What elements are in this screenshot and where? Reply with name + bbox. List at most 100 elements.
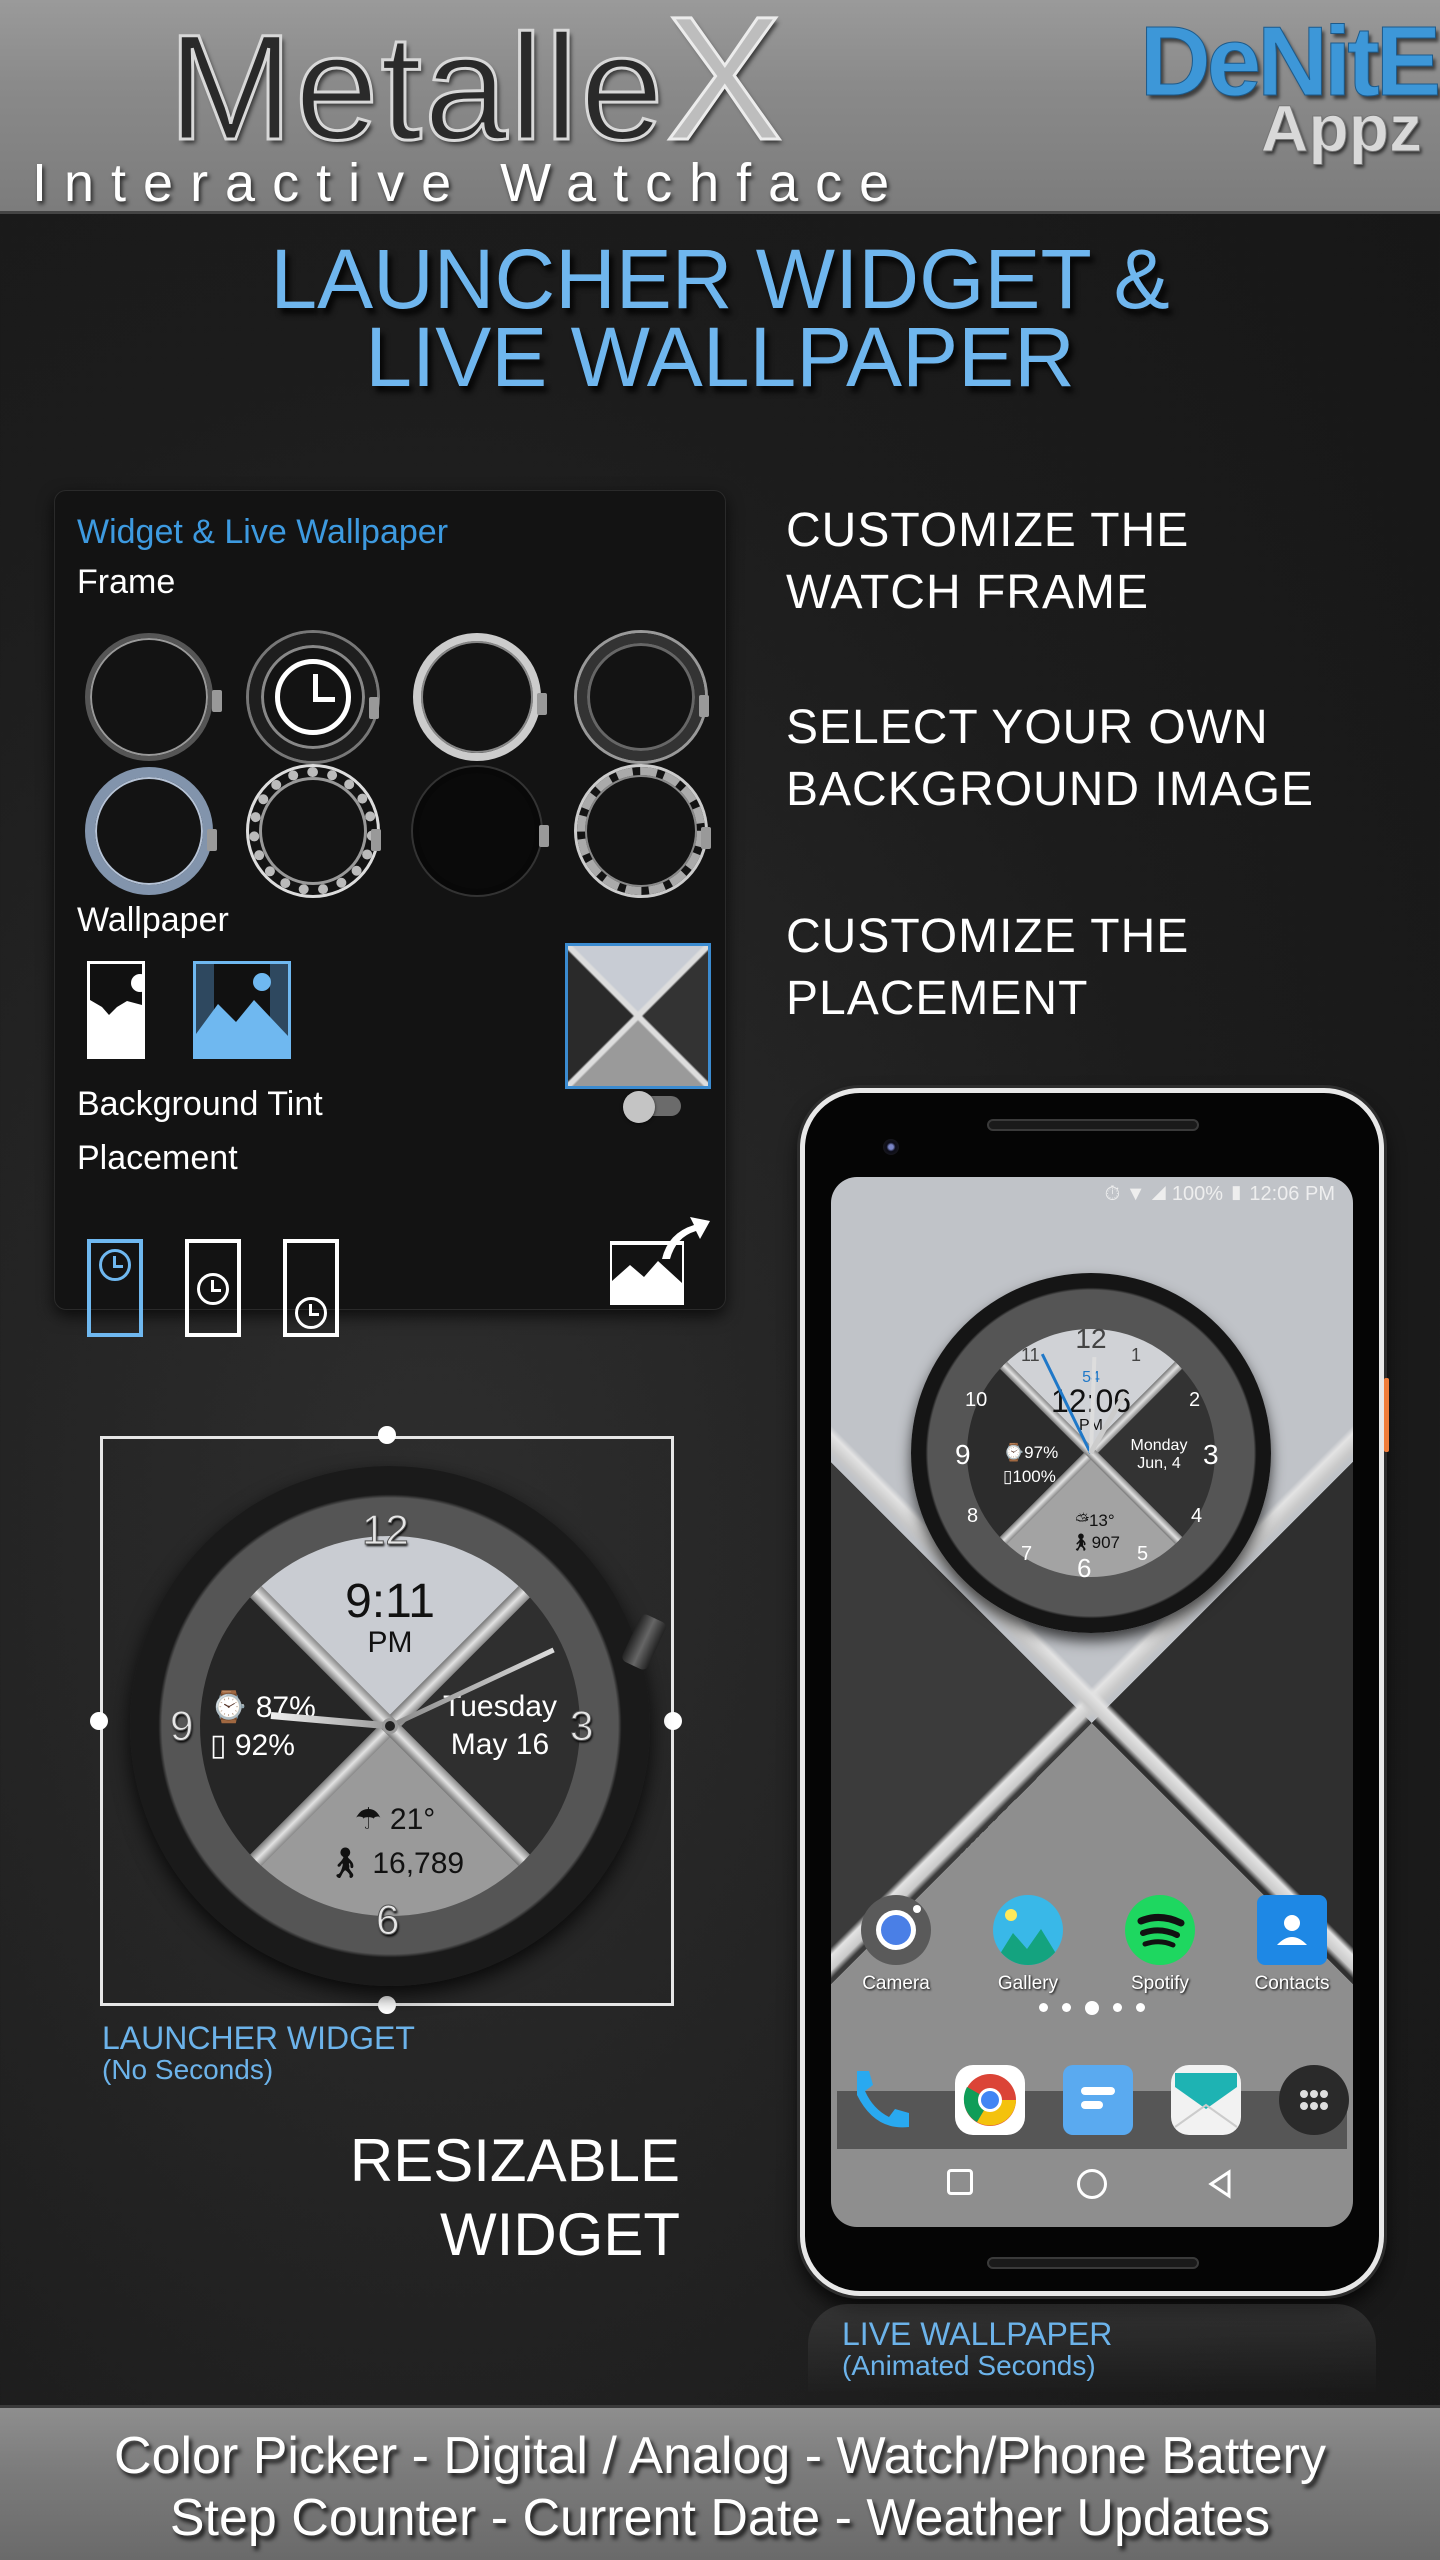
placement-bottom-option[interactable]	[283, 1239, 339, 1337]
frame-option-1[interactable]	[85, 633, 222, 761]
crown-icon	[539, 825, 549, 847]
wallpaper-preview-thumbnail[interactable]	[565, 943, 711, 1089]
bottom-speaker	[987, 2257, 1199, 2269]
watch-battery: ⌚97%	[1003, 1443, 1058, 1463]
home-button[interactable]	[1077, 2169, 1107, 2199]
page-dot[interactable]	[1113, 2003, 1122, 2013]
phone-icon: ▯	[210, 1729, 235, 1762]
app-contacts[interactable]	[1257, 1895, 1327, 1965]
status-bar: ⏱ ▼ ◢ 100% ▮ 12:06 PM	[1104, 1183, 1335, 1205]
numeral-7: 7	[1021, 1543, 1033, 1565]
feature-3: CUSTOMIZE THE PLACEMENT	[786, 906, 1189, 1030]
partly-cloudy-icon: ⛅︎	[1075, 1511, 1089, 1530]
feature-2-line2: BACKGROUND IMAGE	[786, 763, 1315, 816]
app-title: MetalleX	[167, 0, 785, 169]
walking-icon: 🚶︎	[325, 1847, 373, 1880]
footer-line2: Step Counter - Current Date - Weather Up…	[169, 2489, 1271, 2547]
live-wallpaper-caption: LIVE WALLPAPER	[842, 2316, 1113, 2352]
spotify-icon	[1137, 1914, 1185, 1948]
resize-handle-left[interactable]	[90, 1712, 108, 1730]
app-camera[interactable]	[861, 1895, 931, 1965]
clock-icon	[295, 1297, 327, 1329]
weather: ☂ 21°	[310, 1802, 480, 1837]
frame-option-4[interactable]	[577, 633, 709, 761]
rain-cloud-icon: ☂	[354, 1803, 390, 1836]
wallpaper-fill-option[interactable]	[193, 961, 291, 1059]
numeral-4: 4	[1191, 1505, 1203, 1527]
wallpaper-fit-option[interactable]	[87, 961, 145, 1059]
numeral-3: 3	[1203, 1439, 1219, 1470]
background-tint-toggle[interactable]	[623, 1091, 683, 1123]
brand-logo: DeNitE! Appz	[1140, 12, 1440, 182]
numeral-1: 1	[1131, 1345, 1142, 1365]
page-dot[interactable]	[1062, 2003, 1071, 2013]
page-dot[interactable]	[1136, 2003, 1145, 2013]
hand-pivot	[382, 1718, 398, 1734]
numeral-9: 9	[169, 1702, 194, 1750]
steps-value: 16,789	[372, 1847, 465, 1880]
front-camera	[883, 1139, 899, 1155]
feature-1-line1: CUSTOMIZE THE	[786, 504, 1190, 557]
temperature-value: 21°	[389, 1803, 436, 1836]
app-gallery[interactable]	[993, 1895, 1063, 1965]
crown-icon	[537, 693, 547, 715]
dock-email[interactable]	[1171, 2065, 1241, 2135]
app-title-main: Metalle	[167, 3, 666, 171]
day-label: Monday	[1130, 1437, 1188, 1454]
placement-top-option[interactable]	[87, 1239, 143, 1337]
resizable-line2: WIDGET	[440, 2201, 680, 2268]
headline-line1: LAUNCHER WIDGET &	[270, 232, 1170, 326]
app-spotify[interactable]	[1125, 1895, 1195, 1965]
phone-icon: ▯	[1003, 1467, 1013, 1486]
settings-panel: Widget & Live Wallpaper Frame Wallpaper	[54, 490, 726, 1337]
crown-icon	[701, 827, 711, 849]
feature-3-line2: PLACEMENT	[786, 972, 1089, 1025]
numeral-12: 12	[362, 1506, 410, 1554]
set-wallpaper-button[interactable]	[608, 1211, 712, 1307]
watch-icon: ⌚	[210, 1691, 256, 1724]
phone-battery-value: 92%	[234, 1729, 295, 1762]
walking-icon: 🚶︎	[1070, 1533, 1092, 1552]
dock-phone[interactable]	[845, 2065, 915, 2135]
app-label-camera: Camera	[862, 1973, 930, 1994]
app-subtitle: Interactive Watchface	[32, 153, 907, 213]
page-dot-active[interactable]	[1085, 2000, 1099, 2015]
page-dot[interactable]	[1039, 2003, 1048, 2013]
steps: 🚶︎ 16,789	[300, 1846, 490, 1881]
numeral-2: 2	[1189, 1389, 1201, 1411]
phone-screen: ⏱ ▼ ◢ 100% ▮ 12:06 PM 12 1 2 3 4 5 6 7 8…	[831, 1177, 1353, 2227]
placement-center-option[interactable]	[185, 1239, 241, 1337]
phone-power-button	[1384, 1378, 1389, 1452]
resizable-widget-text: RESIZABLE WIDGET	[350, 2124, 680, 2272]
launcher-widget-watch[interactable]: 12 3 6 9 9:11 PM ⌚ 87% ▯ 92% Tuesday May…	[130, 1466, 668, 1986]
dock-app-drawer[interactable]	[1279, 2065, 1349, 2135]
date-label: Jun, 4	[1137, 1455, 1181, 1472]
resizable-line1: RESIZABLE	[349, 2127, 680, 2194]
recents-button[interactable]	[947, 2169, 973, 2195]
wallpaper-fill-icon	[196, 964, 288, 1056]
feature-2-line1: SELECT YOUR OWN	[786, 701, 1269, 754]
panel-title: Widget & Live Wallpaper	[77, 513, 449, 551]
resize-handle-right[interactable]	[664, 1712, 682, 1730]
feature-2: SELECT YOUR OWN BACKGROUND IMAGE	[786, 697, 1314, 821]
back-button[interactable]	[1205, 2169, 1235, 2199]
feature-1-line2: WATCH FRAME	[786, 566, 1149, 619]
frame-option-2[interactable]	[249, 633, 379, 761]
app-label-contacts: Contacts	[1254, 1973, 1330, 1994]
phone-battery-value: 100%	[1012, 1467, 1056, 1486]
resize-handle-top[interactable]	[378, 1426, 396, 1444]
phone-battery: ▯ 92%	[210, 1728, 295, 1763]
placement-label: Placement	[77, 1139, 238, 1177]
numeral-11: 11	[1021, 1345, 1040, 1365]
resize-handle-bottom[interactable]	[378, 1996, 396, 2014]
digital-ampm: PM	[367, 1626, 413, 1659]
clock-icon	[99, 1249, 131, 1281]
frame-label: Frame	[77, 563, 176, 601]
chrome-icon	[963, 2074, 1016, 2126]
frame-option-3[interactable]	[413, 633, 547, 761]
dock-chrome[interactable]	[955, 2065, 1025, 2135]
numeral-9: 9	[955, 1439, 971, 1470]
steps: 🚶︎907	[1055, 1533, 1135, 1553]
dock-messages[interactable]	[1063, 2065, 1133, 2135]
wallpaper-fit-icon	[90, 964, 145, 1015]
